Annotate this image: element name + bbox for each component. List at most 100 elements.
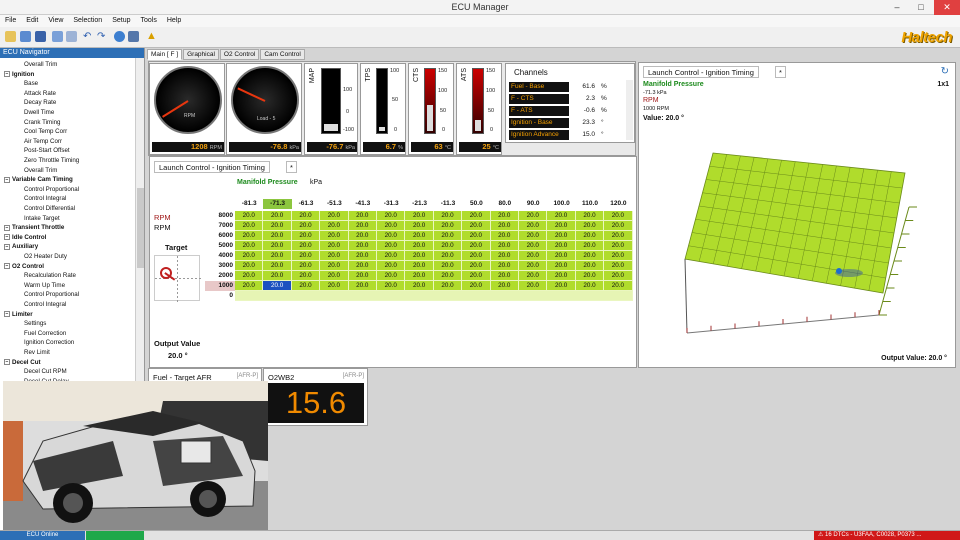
table-cell[interactable]: 20.0 — [490, 251, 519, 261]
nav-item[interactable]: Rev Limit — [24, 348, 50, 358]
nav-item[interactable]: Recalculation Rate — [24, 271, 76, 281]
table-cell[interactable]: 20.0 — [235, 241, 264, 251]
table-cell[interactable]: 20.0 — [377, 271, 406, 281]
table-cell[interactable]: 20.0 — [519, 261, 548, 271]
table-cell[interactable]: 20.0 — [462, 211, 491, 221]
table-cell[interactable]: 20.0 — [519, 271, 548, 281]
table-cell[interactable]: 20.0 — [235, 251, 264, 261]
y-axis-cell[interactable]: 6000 — [205, 231, 235, 241]
nav-item[interactable]: − Limiter — [4, 310, 33, 320]
nav-item[interactable]: Overall Trim — [24, 166, 57, 176]
table-cell[interactable]: 20.0 — [462, 241, 491, 251]
x-axis-cell[interactable]: -81.3 — [235, 199, 263, 209]
table-cell[interactable]: 20.0 — [320, 271, 349, 281]
channel-row[interactable]: Fuel - Base 61.6% — [509, 82, 627, 93]
table-cell[interactable]: 20.0 — [405, 221, 434, 231]
y-axis-cell[interactable]: 7000 — [205, 221, 235, 231]
x-axis-cell[interactable]: 110.0 — [576, 199, 604, 209]
table-cell[interactable]: 20.0 — [405, 231, 434, 241]
nav-item[interactable]: O2 Heater Duty — [24, 252, 67, 262]
nav-item[interactable]: Settings — [24, 319, 46, 329]
table-cell[interactable]: 20.0 — [377, 251, 406, 261]
3d-tab-star[interactable]: * — [775, 66, 786, 78]
table-cell[interactable]: 20.0 — [519, 251, 548, 261]
y-axis-cell[interactable]: 4000 — [205, 251, 235, 261]
table-cell[interactable]: 20.0 — [263, 281, 292, 291]
table-cell[interactable]: 20.0 — [547, 241, 576, 251]
minimize-button[interactable]: – — [886, 0, 908, 15]
connect-icon[interactable] — [114, 31, 125, 42]
nav-item[interactable]: Decay Rate — [24, 98, 56, 108]
table-cell[interactable]: 20.0 — [320, 231, 349, 241]
table-cell[interactable]: 20.0 — [462, 261, 491, 271]
channel-row[interactable]: Ignition - Base 23.3 ° — [509, 118, 627, 129]
nav-item[interactable]: Base — [24, 79, 38, 89]
table-cell[interactable]: 20.0 — [433, 281, 463, 291]
table-cell[interactable]: 20.0 — [320, 221, 349, 231]
table-cell[interactable]: 20.0 — [405, 271, 434, 281]
menu-help[interactable]: Help — [162, 15, 186, 27]
table-cell[interactable]: 20.0 — [575, 211, 605, 221]
nav-item[interactable]: Control Differential — [24, 204, 75, 214]
tab-graphical[interactable]: Graphical — [183, 49, 219, 60]
table-cell[interactable]: 20.0 — [433, 251, 463, 261]
table-cell[interactable]: 20.0 — [263, 271, 292, 281]
copy-icon[interactable] — [52, 31, 63, 42]
table-cell[interactable]: 20.0 — [377, 211, 406, 221]
3d-surface-plot[interactable] — [679, 143, 919, 343]
menu-selection[interactable]: Selection — [68, 15, 107, 27]
table-cell[interactable]: 20.0 — [433, 211, 463, 221]
nav-item[interactable]: Decel Cut RPM — [24, 367, 67, 377]
table-cell[interactable]: 20.0 — [433, 261, 463, 271]
table-cell[interactable]: 20.0 — [433, 241, 463, 251]
table-cell[interactable]: 20.0 — [604, 231, 633, 241]
table-cell[interactable]: 20.0 — [377, 221, 406, 231]
table-cell[interactable]: 20.0 — [320, 251, 349, 261]
undo-icon[interactable]: ↶ — [83, 31, 94, 42]
table-cell[interactable]: 20.0 — [519, 211, 548, 221]
table-tab-title[interactable]: Launch Control - Ignition Timing — [154, 161, 270, 173]
open-icon[interactable] — [5, 31, 16, 42]
channel-row[interactable]: Ignition Advance 15.0 ° — [509, 130, 627, 141]
table-cell[interactable]: 20.0 — [462, 271, 491, 281]
save-icon[interactable] — [35, 31, 46, 42]
nav-item[interactable]: Intake Target — [24, 214, 60, 224]
table-cell[interactable]: 20.0 — [519, 241, 548, 251]
channels-scrollbar[interactable] — [626, 80, 633, 140]
table-cell[interactable]: 20.0 — [462, 281, 491, 291]
scroll-thumb[interactable] — [137, 188, 144, 268]
table-cell[interactable]: 20.0 — [320, 261, 349, 271]
menu-setup[interactable]: Setup — [107, 15, 135, 27]
table-cell[interactable]: 20.0 — [405, 211, 434, 221]
nav-item[interactable]: Overall Trim — [24, 60, 57, 70]
x-axis-cell[interactable]: 50.0 — [462, 199, 490, 209]
table-cell[interactable]: 20.0 — [405, 241, 434, 251]
nav-item[interactable]: Cool Temp Corr — [24, 127, 67, 137]
table-cell[interactable]: 20.0 — [377, 241, 406, 251]
nav-item[interactable]: Post-Start Offset — [24, 146, 70, 156]
table-cell[interactable]: 20.0 — [462, 251, 491, 261]
paste-icon[interactable] — [66, 31, 77, 42]
collapse-icon[interactable]: − — [4, 310, 10, 317]
collapse-icon[interactable]: − — [4, 358, 10, 365]
table-cell[interactable]: 20.0 — [490, 221, 519, 231]
table-cell[interactable]: 20.0 — [519, 231, 548, 241]
table-cell[interactable]: 20.0 — [291, 211, 321, 221]
nav-item[interactable]: − Transient Throttle — [4, 223, 64, 233]
table-cell[interactable]: 20.0 — [348, 221, 377, 231]
nav-item[interactable]: − Auxiliary — [4, 242, 38, 252]
table-cell[interactable]: 20.0 — [263, 261, 292, 271]
table-cell[interactable]: 20.0 — [490, 261, 519, 271]
table-cell[interactable]: 20.0 — [348, 281, 377, 291]
table-cell[interactable]: 20.0 — [348, 251, 377, 261]
table-cell[interactable]: 20.0 — [348, 271, 377, 281]
table-cell[interactable]: 20.0 — [575, 261, 605, 271]
table-cell[interactable]: 20.0 — [320, 281, 349, 291]
table-cell[interactable]: 20.0 — [575, 241, 605, 251]
y-axis-cell[interactable]: 2000 — [205, 271, 235, 281]
x-axis-cell[interactable]: 120.0 — [604, 199, 632, 209]
nav-item[interactable]: Fuel Correction — [24, 329, 66, 339]
table-cell[interactable]: 20.0 — [604, 261, 633, 271]
collapse-icon[interactable]: − — [4, 224, 10, 231]
y-axis-cell[interactable]: 3000 — [205, 261, 235, 271]
